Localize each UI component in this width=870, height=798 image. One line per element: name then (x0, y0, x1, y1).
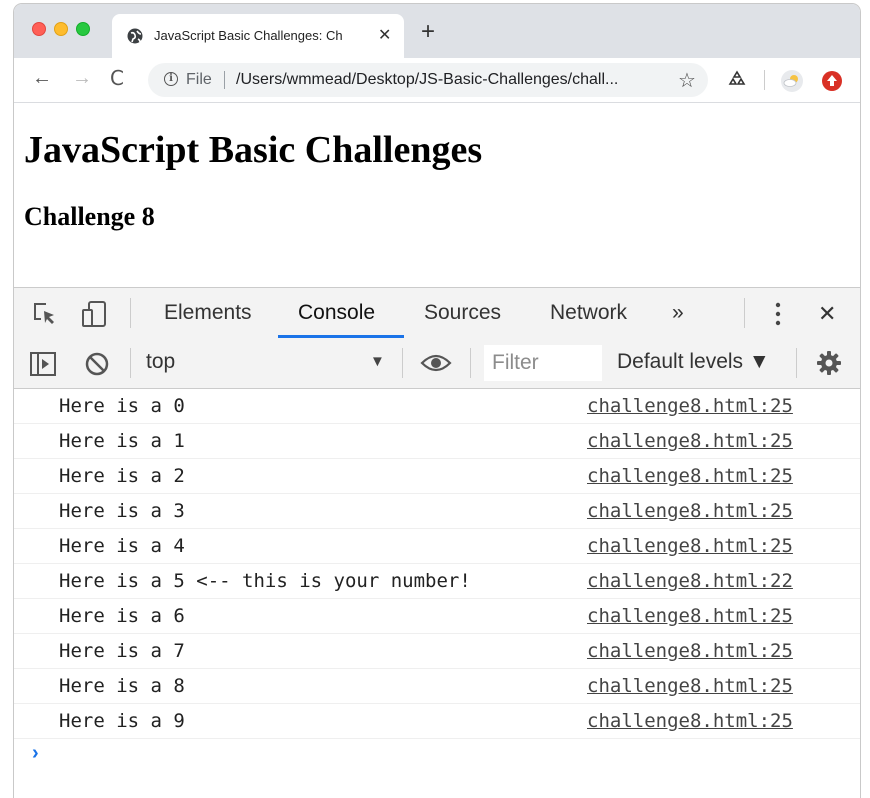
console-message: Here is a 1 (59, 430, 185, 452)
eye-icon[interactable] (420, 352, 452, 374)
console-message: Here is a 0 (59, 395, 185, 417)
address-url[interactable]: /Users/wmmead/Desktop/JS-Basic-Challenge… (236, 71, 618, 89)
source-link[interactable]: challenge8.html:25 (587, 500, 793, 522)
minimize-window-button[interactable] (54, 22, 68, 36)
device-toolbar-icon[interactable] (80, 300, 110, 328)
filter-input[interactable]: Filter (484, 345, 602, 381)
console-message: Here is a 5 <-- this is your number! (59, 570, 471, 592)
filter-placeholder: Filter (492, 351, 539, 374)
console-message: Here is a 6 (59, 605, 185, 627)
bookmark-star-icon[interactable]: ☆ (678, 68, 696, 93)
source-link[interactable]: challenge8.html:25 (587, 710, 793, 732)
console-divider (130, 348, 131, 378)
zoom-window-button[interactable] (76, 22, 90, 36)
inspect-element-icon[interactable] (32, 301, 58, 327)
console-row: Here is a 1 challenge8.html:25 (14, 424, 860, 459)
devtools-divider (744, 298, 745, 328)
source-link[interactable]: challenge8.html:25 (587, 535, 793, 557)
tab-close-icon[interactable]: ✕ (378, 25, 391, 45)
source-link[interactable]: challenge8.html:25 (587, 640, 793, 662)
console-message: Here is a 3 (59, 500, 185, 522)
sidebar-toggle-icon[interactable] (30, 352, 56, 376)
source-link[interactable]: challenge8.html:25 (587, 395, 793, 417)
console-prompt[interactable]: › (32, 742, 39, 765)
browser-window: JavaScript Basic Challenges: Ch ✕ + ← → … (14, 4, 860, 798)
forward-button[interactable]: → (72, 68, 92, 88)
page-title: JavaScript Basic Challenges (24, 129, 483, 171)
address-scheme: File (186, 71, 212, 88)
console-row: Here is a 5 <-- this is your number! chal… (14, 564, 860, 599)
console-row: Here is a 4 challenge8.html:25 (14, 529, 860, 564)
console-message: Here is a 7 (59, 640, 185, 662)
toolbar-divider (764, 70, 765, 90)
address-separator (224, 71, 225, 89)
console-row: Here is a 3 challenge8.html:25 (14, 494, 860, 529)
tab-elements[interactable]: Elements (164, 301, 252, 325)
recycle-extension-icon[interactable] (726, 69, 748, 91)
back-button[interactable]: ← (32, 68, 52, 88)
source-link[interactable]: challenge8.html:25 (587, 430, 793, 452)
update-icon[interactable] (820, 69, 844, 93)
console-message: Here is a 2 (59, 465, 185, 487)
context-selector[interactable]: top (146, 350, 175, 374)
console-log: Here is a 0 challenge8.html:25 Here is a 1… (14, 389, 860, 739)
console-row: Here is a 9 challenge8.html:25 (14, 704, 860, 739)
tab-console[interactable]: Console (298, 301, 375, 325)
close-devtools-button[interactable]: ✕ (818, 301, 836, 327)
source-link[interactable]: challenge8.html:25 (587, 675, 793, 697)
source-link[interactable]: challenge8.html:25 (587, 465, 793, 487)
title-bar: JavaScript Basic Challenges: Ch ✕ + (14, 4, 860, 58)
console-toolbar: top ▼ Filter Default levels ▼ (14, 338, 860, 389)
more-options-icon[interactable] (773, 300, 783, 328)
console-row: Here is a 0 challenge8.html:25 (14, 389, 860, 424)
tab-title: JavaScript Basic Challenges: Ch (154, 28, 343, 43)
log-levels-dropdown[interactable]: Default levels ▼ (617, 350, 770, 374)
source-link[interactable]: challenge8.html:25 (587, 605, 793, 627)
console-divider (402, 348, 403, 378)
console-row: Here is a 8 challenge8.html:25 (14, 669, 860, 704)
console-message: Here is a 4 (59, 535, 185, 557)
close-window-button[interactable] (32, 22, 46, 36)
new-tab-button[interactable]: + (421, 20, 435, 44)
address-bar[interactable]: i File /Users/wmmead/Desktop/JS-Basic-Ch… (148, 63, 708, 97)
console-row: Here is a 2 challenge8.html:25 (14, 459, 860, 494)
page-subtitle: Challenge 8 (24, 202, 155, 231)
console-divider (470, 348, 471, 378)
console-message: Here is a 8 (59, 675, 185, 697)
settings-gear-icon[interactable] (816, 350, 842, 376)
more-tabs-button[interactable]: » (672, 301, 684, 325)
console-divider (796, 348, 797, 378)
devtools-divider (130, 298, 131, 328)
source-link[interactable]: challenge8.html:22 (587, 570, 793, 592)
clear-console-icon[interactable] (84, 351, 110, 377)
context-dropdown-icon[interactable]: ▼ (370, 353, 385, 370)
info-icon[interactable]: i (164, 72, 178, 86)
tab-sources[interactable]: Sources (424, 301, 501, 325)
reload-button[interactable]: C (110, 68, 124, 88)
browser-tab[interactable]: JavaScript Basic Challenges: Ch ✕ (112, 14, 404, 58)
weather-extension-icon[interactable] (780, 69, 804, 93)
browser-toolbar: ← → C i File /Users/wmmead/Desktop/JS-Ba… (14, 58, 860, 103)
tab-network[interactable]: Network (550, 301, 627, 325)
console-message: Here is a 9 (59, 710, 185, 732)
console-row: Here is a 6 challenge8.html:25 (14, 599, 860, 634)
devtools-tab-bar: Elements Console Sources Network » ✕ (14, 287, 860, 339)
globe-icon (127, 28, 143, 44)
console-row: Here is a 7 challenge8.html:25 (14, 634, 860, 669)
